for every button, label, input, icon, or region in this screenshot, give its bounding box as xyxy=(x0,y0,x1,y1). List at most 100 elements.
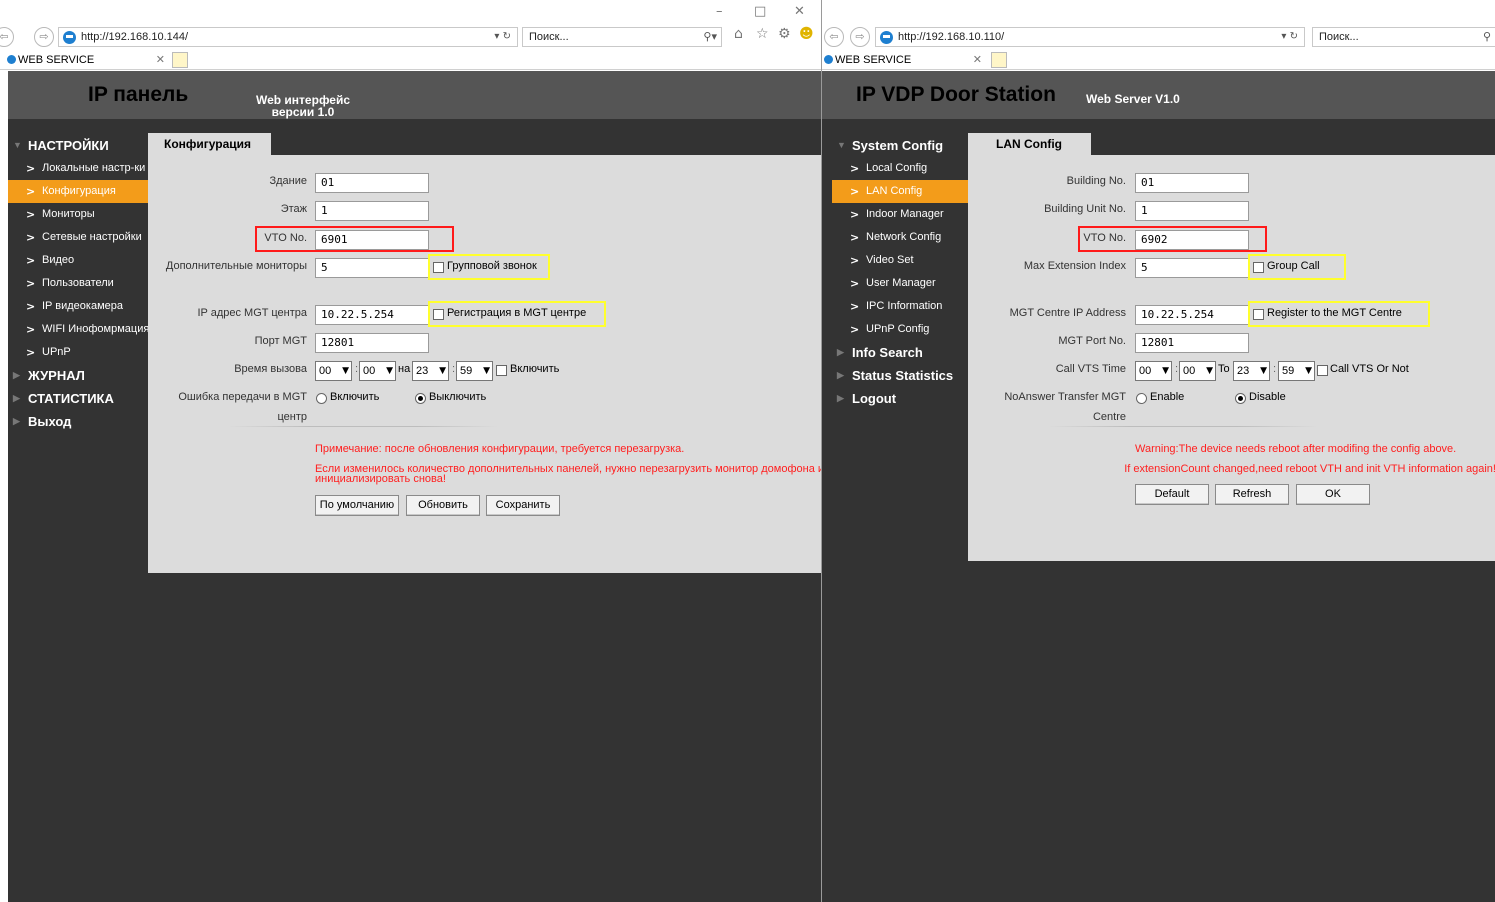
star-icon[interactable]: ☆ xyxy=(756,26,769,42)
menu-item-upnp-config[interactable]: > UPnP Config xyxy=(832,318,968,341)
time-colon: : xyxy=(355,363,359,375)
menu-item-users[interactable]: > Пользователи xyxy=(8,272,148,295)
menu-item-ipc-information[interactable]: > IPC Information xyxy=(832,295,968,318)
save-button[interactable]: Сохранить xyxy=(486,495,560,516)
panel-title-tab[interactable]: LAN Config xyxy=(968,133,1091,155)
menu-section-label: Status Statistics xyxy=(852,368,954,383)
refresh-button[interactable]: Обновить xyxy=(406,495,480,516)
unit-label: Building Unit No. xyxy=(1044,203,1126,215)
maximize-icon[interactable]: □ xyxy=(754,4,766,19)
browser-tab[interactable]: WEB SERVICE ✕ xyxy=(823,51,988,69)
floor-label: Этаж xyxy=(280,203,307,215)
menu-item-user-manager[interactable]: > User Manager xyxy=(832,272,968,295)
ok-button[interactable]: OK xyxy=(1296,484,1370,505)
menu-item-network-config[interactable]: > Network Config xyxy=(832,226,968,249)
new-tab-button[interactable] xyxy=(991,52,1007,68)
noanswer-disable-label: Выключить xyxy=(429,391,487,403)
building-input[interactable]: 01 xyxy=(315,173,429,193)
tab-close-icon[interactable]: ✕ xyxy=(973,51,982,69)
chevron-right-icon: > xyxy=(26,208,36,221)
menu-item-label: IP видеокамера xyxy=(42,300,123,312)
menu-item-indoor-manager[interactable]: > Indoor Manager xyxy=(832,203,968,226)
menu-item-network[interactable]: > Сетевые настройки xyxy=(8,226,148,249)
building-label: Здание xyxy=(269,175,307,187)
menu-item-lan-config[interactable]: > LAN Config xyxy=(832,180,968,203)
browser-tab[interactable]: WEB SERVICE ✕ xyxy=(6,51,171,69)
extra-monitors-input[interactable]: 5 xyxy=(315,258,429,278)
search-icon[interactable]: ⚲▾ xyxy=(703,28,717,46)
call-vts-checkbox[interactable] xyxy=(1317,365,1328,376)
call-time-label: Время вызова xyxy=(234,363,307,375)
menu-section-logout[interactable]: ▶ Logout xyxy=(832,387,968,410)
minute-start-select[interactable]: 00 ▼ xyxy=(359,361,396,381)
noanswer-disable-radio[interactable] xyxy=(415,393,426,404)
forward-icon[interactable]: ⇨ xyxy=(850,27,870,47)
menu-section-status-statistics[interactable]: ▶ Status Statistics xyxy=(832,364,968,387)
menu-item-video-set[interactable]: > Video Set xyxy=(832,249,968,272)
panel-title-tab[interactable]: Конфигурация xyxy=(148,133,271,155)
menu-section-info-search[interactable]: ▶ Info Search xyxy=(832,341,968,364)
floor-input[interactable]: 1 xyxy=(315,201,429,221)
new-tab-button[interactable] xyxy=(172,52,188,68)
triangle-icon: ▶ xyxy=(837,393,844,403)
menu-section-logout[interactable]: ▶ Выход xyxy=(8,410,148,433)
hour-start-select[interactable]: 00 ▼ xyxy=(315,361,352,381)
mgt-port-input[interactable]: 12801 xyxy=(1135,333,1249,353)
menu-section-system-config[interactable]: ▼ System Config xyxy=(832,134,968,157)
minute-start-select[interactable]: 00 ▼ xyxy=(1179,361,1216,381)
menu-item-ipcam[interactable]: > IP видеокамера xyxy=(8,295,148,318)
refresh-icon[interactable]: ▾ ↻ xyxy=(494,28,511,46)
default-button[interactable]: Default xyxy=(1135,484,1209,505)
menu-section-settings[interactable]: ▼ НАСТРОЙКИ xyxy=(8,134,148,157)
menu-item-upnp[interactable]: > UPnP xyxy=(8,341,148,364)
forward-icon[interactable]: ⇨ xyxy=(34,27,54,47)
close-icon[interactable]: ✕ xyxy=(794,4,805,19)
gear-icon[interactable]: ⚙ xyxy=(778,26,791,42)
hour-start-select[interactable]: 00 ▼ xyxy=(1135,361,1172,381)
search-field[interactable]: Поиск... ⚲▾ xyxy=(522,27,722,47)
menu-item-local-config[interactable]: > Local Config xyxy=(832,157,968,180)
search-icon[interactable]: ⚲ xyxy=(1483,28,1491,46)
menu-item-wifi[interactable]: > WIFI Инофомрмация xyxy=(8,318,148,341)
noanswer-enable-radio[interactable] xyxy=(316,393,327,404)
mgt-port-input[interactable]: 12801 xyxy=(315,333,429,353)
home-icon[interactable]: ⌂ xyxy=(734,26,743,42)
back-icon[interactable]: ⇦ xyxy=(824,27,844,47)
menu-section-stats[interactable]: ▶ СТАТИСТИКА xyxy=(8,387,148,410)
address-bar[interactable]: http://192.168.10.144/ ▾ ↻ xyxy=(58,27,518,47)
mgt-ip-input[interactable]: 10.22.5.254 xyxy=(1135,305,1249,325)
max-extension-input[interactable]: 5 xyxy=(1135,258,1249,278)
unit-input[interactable]: 1 xyxy=(1135,201,1249,221)
warning-reboot: Примечание: после обновления конфигураци… xyxy=(315,443,685,455)
address-bar[interactable]: http://192.168.10.110/ ▾ ↻ xyxy=(875,27,1305,47)
menu-section-log[interactable]: ▶ ЖУРНАЛ xyxy=(8,364,148,387)
menu-item-monitors[interactable]: > Мониторы xyxy=(8,203,148,226)
refresh-button[interactable]: Refresh xyxy=(1215,484,1289,505)
refresh-icon[interactable]: ▾ ↻ xyxy=(1281,28,1298,46)
noanswer-enable-radio[interactable] xyxy=(1136,393,1147,404)
chevron-right-icon: > xyxy=(850,300,860,313)
building-input[interactable]: 01 xyxy=(1135,173,1249,193)
warning-extension: If extensionCount changed,need reboot VT… xyxy=(1124,463,1495,475)
back-icon[interactable]: ⇦ xyxy=(0,27,14,47)
separator xyxy=(228,426,498,427)
menu-item-video[interactable]: > Видео xyxy=(8,249,148,272)
default-button[interactable]: По умолчанию xyxy=(315,495,399,516)
sidebar-menu: ▼ НАСТРОЙКИ > Локальные настр-ки > Конфигур… xyxy=(8,134,148,433)
minimize-icon[interactable]: – xyxy=(716,4,723,19)
enable-call-checkbox[interactable] xyxy=(496,365,507,376)
minute-end-select[interactable]: 59 ▼ xyxy=(1278,361,1315,381)
menu-item-local[interactable]: > Локальные настр-ки xyxy=(8,157,148,180)
noanswer-disable-radio[interactable] xyxy=(1235,393,1246,404)
tab-close-icon[interactable]: ✕ xyxy=(156,51,165,69)
yellow-highlight-box xyxy=(1248,301,1430,327)
hour-end-select[interactable]: 23 ▼ xyxy=(412,361,449,381)
hour-end-select[interactable]: 23 ▼ xyxy=(1233,361,1270,381)
minute-end-select[interactable]: 59 ▼ xyxy=(456,361,493,381)
search-field[interactable]: Поиск... ⚲ xyxy=(1312,27,1495,47)
triangle-icon: ▼ xyxy=(837,140,846,150)
menu-item-config[interactable]: > Конфигурация xyxy=(8,180,148,203)
chevron-right-icon: > xyxy=(850,162,860,175)
mgt-ip-input[interactable]: 10.22.5.254 xyxy=(315,305,429,325)
smiley-icon[interactable]: ☻ xyxy=(799,26,814,42)
